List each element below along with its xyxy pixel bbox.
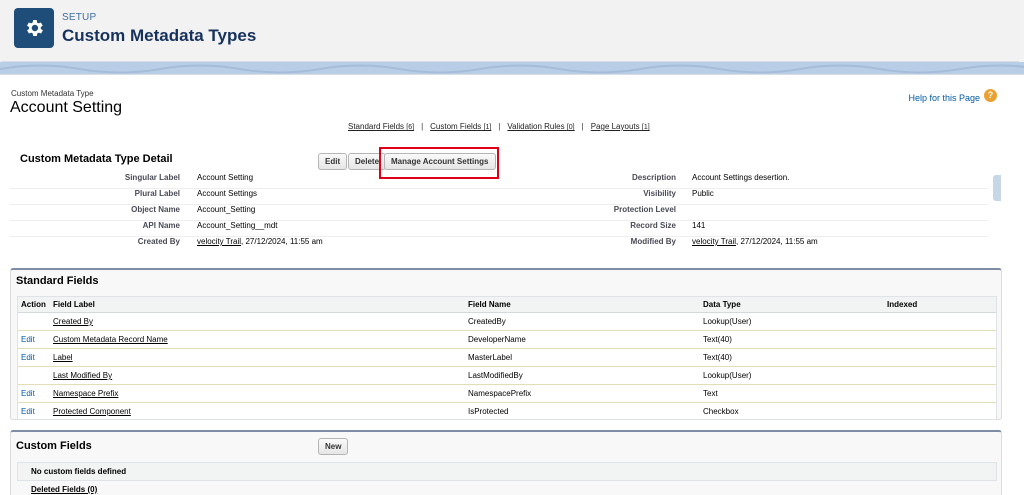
modified-by-user-link[interactable]: velocity Trail — [692, 237, 736, 246]
detail-label: Visibility — [643, 189, 676, 198]
link-separator: | — [581, 122, 584, 131]
field-name: MasterLabel — [468, 353, 513, 362]
data-type: Checkbox — [703, 407, 739, 416]
row-edit-link[interactable]: Edit — [21, 349, 35, 366]
detail-label: Protection Level — [613, 205, 676, 214]
field-name: LastModifiedBy — [468, 371, 523, 380]
detail-value: Account Settings — [197, 189, 258, 198]
object-eyebrow: Custom Metadata Type — [11, 89, 94, 98]
detail-value: Account_Setting — [197, 205, 256, 214]
detail-value: Account Settings desertion. — [692, 173, 790, 182]
detail-value: 141 — [692, 221, 706, 230]
link-separator: | — [498, 122, 501, 131]
detail-value: Account_Setting__mdt — [197, 221, 278, 230]
column-header: Field Name — [468, 300, 511, 309]
created-by-value: velocity Trail, 27/12/2024, 11:55 am — [197, 237, 323, 246]
link-validation-rules[interactable]: Validation Rules [0] — [507, 122, 574, 131]
data-type: Lookup(User) — [703, 317, 752, 326]
field-label-link[interactable]: Label — [53, 349, 73, 366]
field-label-link[interactable]: Protected Component — [53, 403, 131, 420]
detail-value: Public — [692, 189, 714, 198]
detail-label: API Name — [142, 221, 180, 230]
data-type: Lookup(User) — [703, 371, 752, 380]
table-row: Edit Namespace Prefix NamespacePrefix Te… — [18, 385, 996, 403]
field-name: CreatedBy — [468, 317, 506, 326]
detail-label: Singular Label — [124, 173, 180, 182]
row-edit-link[interactable]: Edit — [21, 331, 35, 348]
link-standard-fields[interactable]: Standard Fields [6] — [348, 122, 414, 131]
table-row: Edit Protected Component IsProtected Che… — [18, 403, 996, 421]
data-type: Text(40) — [703, 353, 732, 362]
field-name: DeveloperName — [468, 335, 526, 344]
setup-header: SETUP Custom Metadata Types — [0, 0, 1024, 76]
detail-row: Created By velocity Trail, 27/12/2024, 1… — [10, 237, 988, 253]
row-edit-link[interactable]: Edit — [21, 385, 35, 402]
sidebar-collapse-handle[interactable] — [993, 175, 1001, 201]
column-header: Data Type — [703, 300, 741, 309]
column-header: Indexed — [887, 300, 918, 309]
edit-button[interactable]: Edit — [318, 153, 348, 170]
field-name: IsProtected — [468, 407, 509, 416]
detail-label: Plural Label — [134, 189, 180, 198]
detail-section-title: Custom Metadata Type Detail — [20, 153, 173, 165]
related-list-links: Standard Fields [6] | Custom Fields [1] | Va… — [348, 122, 650, 131]
panel-title: Custom Fields — [16, 440, 92, 452]
new-field-button[interactable]: New — [318, 438, 349, 455]
detail-label: Modified By — [630, 237, 676, 246]
field-label-link[interactable]: Namespace Prefix — [53, 385, 118, 402]
detail-label: Description — [631, 173, 676, 182]
header-card: SETUP Custom Metadata Types — [1, 0, 1019, 62]
setup-eyebrow: SETUP — [62, 12, 97, 23]
panel-title: Standard Fields — [16, 275, 99, 287]
standard-fields-table: Action Field Label Field Name Data Type … — [17, 296, 997, 420]
field-label-link[interactable]: Created By — [53, 313, 93, 330]
table-row: Edit Custom Metadata Record Name Develop… — [18, 331, 996, 349]
row-edit-link[interactable]: Edit — [21, 403, 35, 420]
table-row: Created By CreatedBy Lookup(User) — [18, 313, 996, 331]
help-icon[interactable]: ? — [984, 89, 997, 102]
empty-state: No custom fields defined — [17, 462, 997, 481]
detail-row: Plural Label Account Settings Visibility… — [10, 189, 988, 205]
column-header: Action — [21, 300, 46, 309]
field-name: NamespacePrefix — [468, 389, 532, 398]
modified-by-value: velocity Trail, 27/12/2024, 11:55 am — [692, 237, 818, 246]
column-header: Field Label — [53, 300, 95, 309]
setup-title: Custom Metadata Types — [62, 26, 257, 45]
custom-fields-panel: Custom Fields New No custom fields defin… — [10, 430, 1002, 495]
detail-row: API Name Account_Setting__mdt Record Siz… — [10, 221, 988, 237]
detail-value: Account Setting — [197, 173, 254, 182]
help-link[interactable]: Help for this Page — [908, 93, 980, 103]
data-type: Text(40) — [703, 335, 732, 344]
field-label-link[interactable]: Custom Metadata Record Name — [53, 331, 168, 348]
detail-label: Record Size — [630, 221, 676, 230]
created-by-user-link[interactable]: velocity Trail — [197, 237, 241, 246]
link-separator: | — [421, 122, 424, 131]
detail-label: Created By — [137, 237, 180, 246]
link-custom-fields[interactable]: Custom Fields [1] — [430, 122, 491, 131]
table-header: Action Field Label Field Name Data Type … — [18, 297, 996, 313]
detail-label: Object Name — [131, 205, 180, 214]
page-title: Account Setting — [10, 99, 123, 116]
link-page-layouts[interactable]: Page Layouts [1] — [591, 122, 650, 131]
detail-row: Singular Label Account Setting Descripti… — [10, 173, 988, 189]
table-row: Edit Label MasterLabel Text(40) — [18, 349, 996, 367]
data-type: Text — [703, 389, 718, 398]
main-content: Custom Metadata Type Account Setting Hel… — [0, 74, 1024, 495]
standard-fields-panel: Standard Fields Action Field Label Field… — [10, 268, 1002, 420]
deleted-fields-link[interactable]: Deleted Fields (0) — [31, 485, 97, 494]
gear-icon — [14, 8, 54, 48]
field-label-link[interactable]: Last Modified By — [53, 367, 112, 384]
table-row: Last Modified By LastModifiedBy Lookup(U… — [18, 367, 996, 385]
detail-row: Object Name Account_Setting Protection L… — [10, 205, 988, 221]
